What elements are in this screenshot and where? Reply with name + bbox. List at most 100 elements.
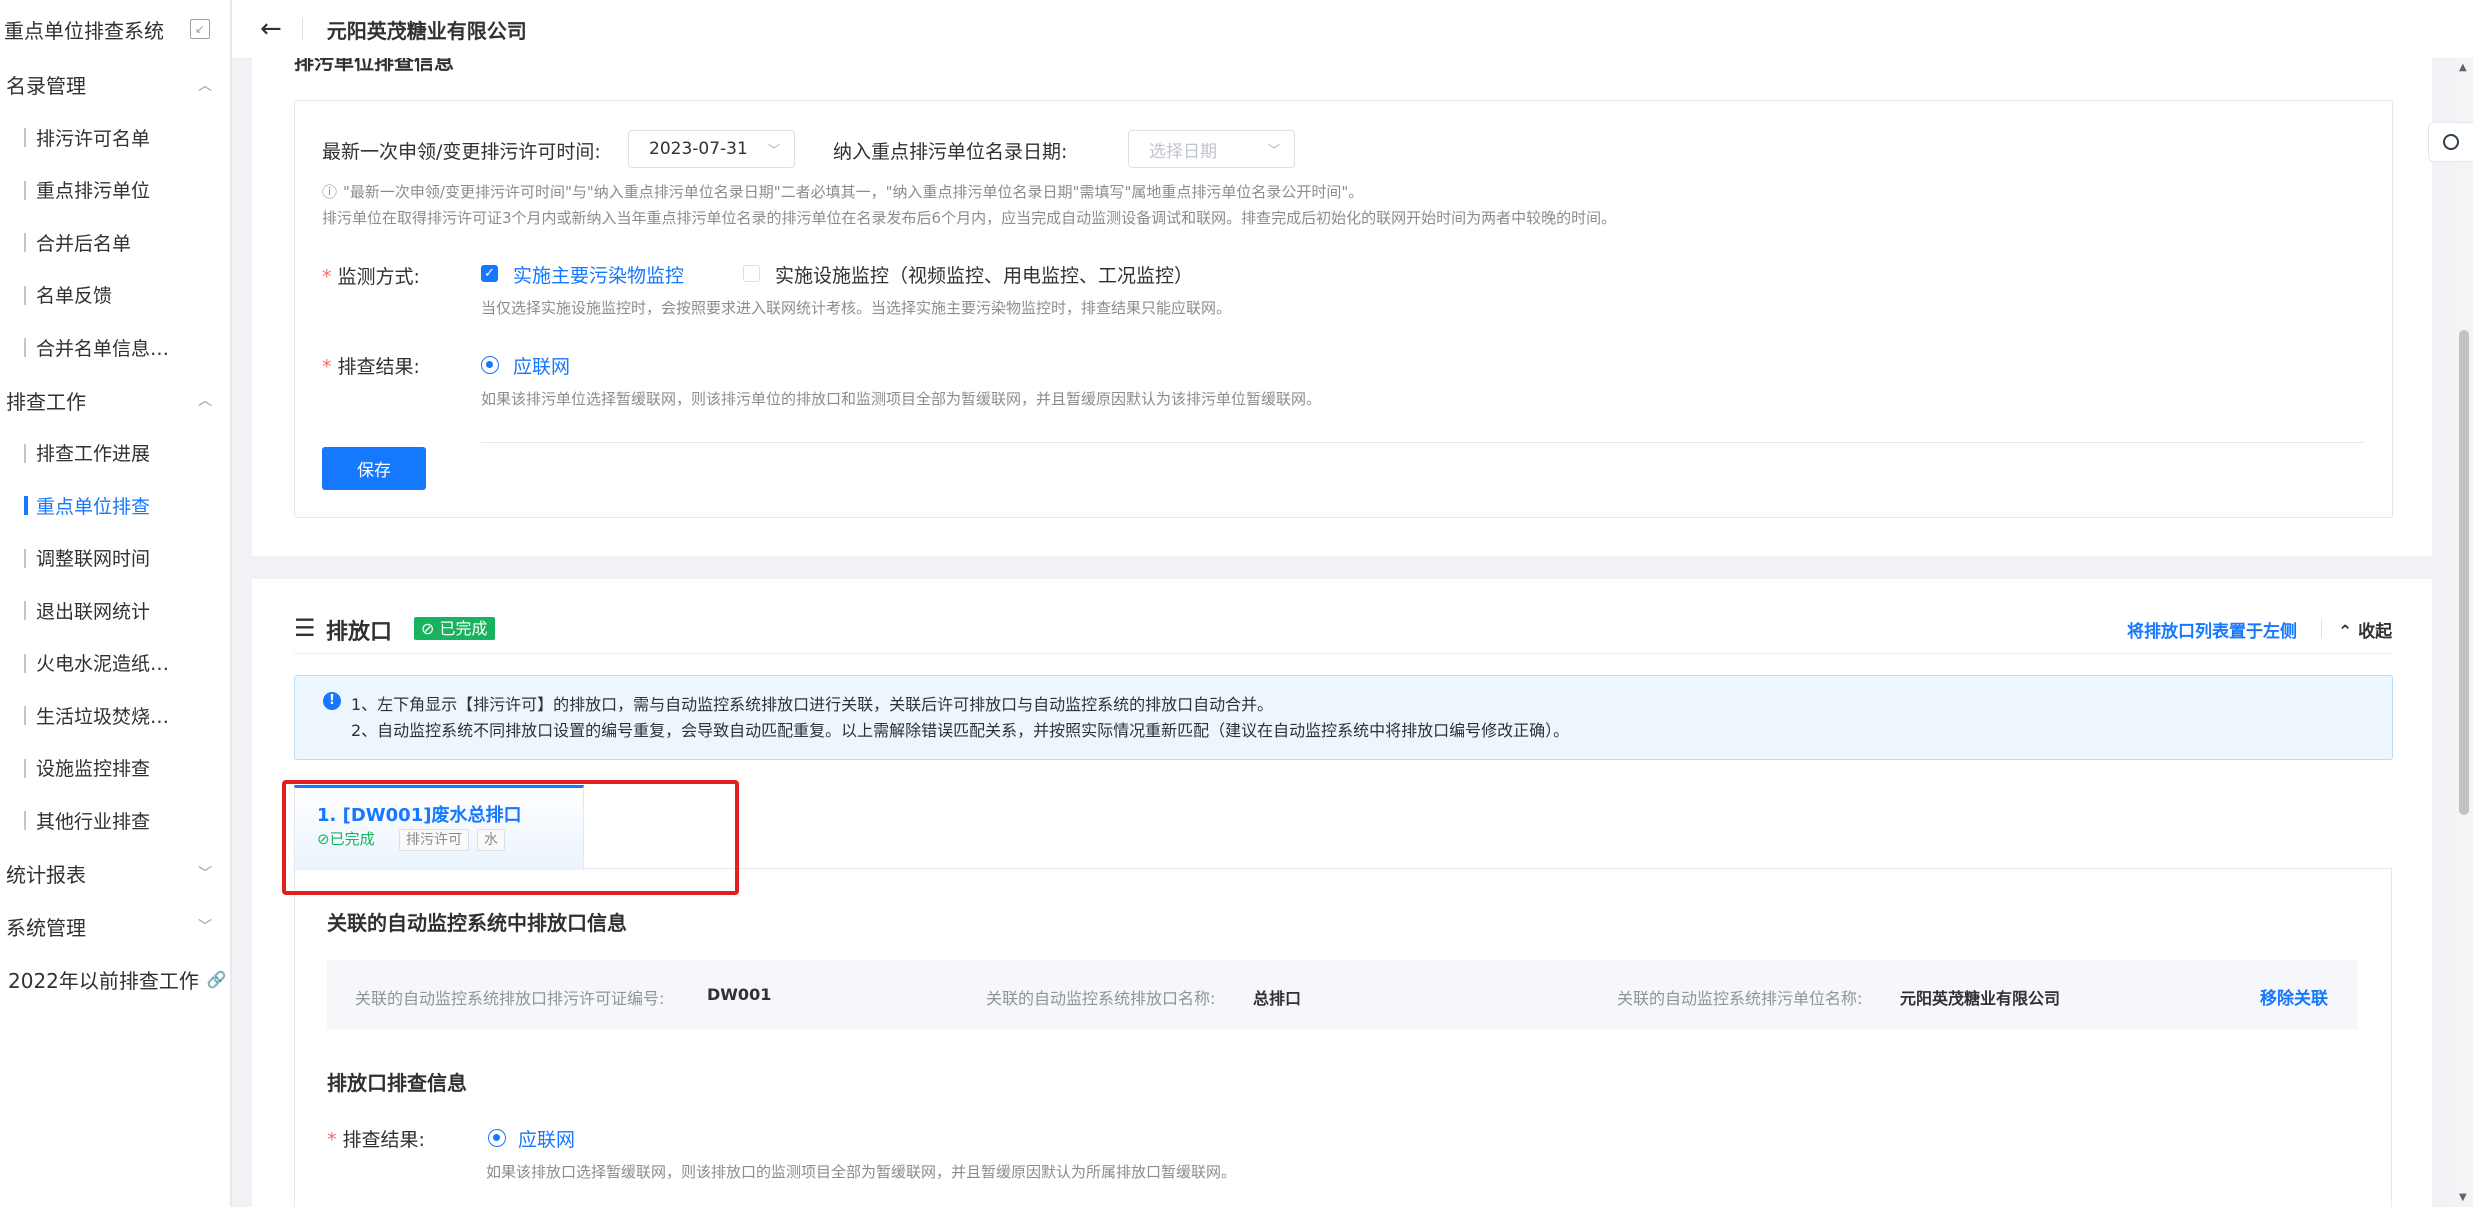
chevron-down-icon: ﹀ [1267,142,1280,157]
check-circle-icon: ⊘ [421,619,435,638]
linked-permit-value: DW001 [707,985,772,1004]
scroll-thumb[interactable] [2459,330,2469,815]
floating-assistant-button[interactable] [2428,122,2473,162]
linked-name-value: 总排口 [1253,989,1302,1008]
linked-unit-label: 关联的自动监控系统排污单位名称: [1617,989,1863,1008]
outlet-section-title: 排放口 [326,620,393,645]
chevron-down-icon: ﹀ [198,919,212,935]
sidebar-item-key-units[interactable]: 重点排污单位 [0,164,230,217]
sidebar-item-label: 生活垃圾焚烧… [36,705,170,728]
sidebar-item-facility-monitor[interactable]: 设施监控排查 [0,742,230,795]
notice-line-2: 2、自动监控系统不同排放口设置的编号重复，会导致自动匹配重复。以上需解除错误匹配… [351,721,1570,740]
linked-info-title: 关联的自动监控系统中排放口信息 [327,911,627,935]
sidebar-item-merged-list[interactable]: 合并后名单 [0,216,230,269]
sidebar-group-inspection[interactable]: 排查工作 ︿ [0,374,230,427]
sidebar-item-label: 设施监控排查 [36,758,151,781]
sidebar-item-pre-2022[interactable]: 2022年以前排查工作 🔗 [0,953,230,1006]
monitor-option-main-pollutant[interactable]: 实施主要污染物监控 [513,261,684,288]
monitor-method-label: 监测方式: [322,262,420,289]
date-placeholder: 选择日期 [1149,141,1217,162]
result-option-should-connect[interactable]: 应联网 [513,352,570,379]
sidebar-group-label: 排查工作 [6,389,86,414]
sidebar-item-label: 火电水泥造纸… [36,653,170,676]
sidebar-header: 重点单位排查系统 ↙ [0,0,230,58]
notice-box: ! 1、左下角显示【排污许可】的排放口，需与自动监控系统排放口进行关联，关联后许… [294,675,2393,760]
sidebar-group-directory[interactable]: 名录管理 ︿ [0,58,230,111]
sidebar-item-label: 合并后名单 [36,232,132,255]
save-button[interactable]: 保存 [322,447,426,490]
linked-name-label: 关联的自动监控系统排放口名称: [986,989,1216,1008]
linked-unit-value: 元阳英茂糖业有限公司 [1900,989,2061,1008]
remove-link-button[interactable]: 移除关联 [2260,984,2328,1009]
sidebar-item-permit-list[interactable]: 排污许可名单 [0,111,230,164]
date-hint-line1: "最新一次申领/变更排污许可时间"与"纳入重点排污单位名录日期"二者必填其一，"… [343,183,1364,201]
sidebar-item-label: 排查工作进展 [36,443,151,466]
monitor-option-facility[interactable]: 实施设施监控（视频监控、用电监控、工况监控） [775,261,1193,288]
sidebar-item-adjust-time[interactable]: 调整联网时间 [0,532,230,585]
section-title-cut: 排污单位排查信息 [294,58,454,74]
radio-should-connect[interactable] [481,356,499,374]
sidebar-item-key-unit-inspection[interactable]: 重点单位排查 [0,479,230,532]
chevron-down-icon: ﹀ [767,142,780,157]
outlet-check-title: 排放口排查信息 [327,1071,467,1095]
sidebar-item-list-feedback[interactable]: 名单反馈 [0,269,230,322]
scroll-down-arrow-icon[interactable]: ▼ [2459,1192,2467,1203]
checkbox-facility-monitor[interactable] [743,265,760,282]
chevron-up-icon: ⌃ [2338,622,2353,642]
link-icon: 🔗 [206,969,227,989]
globe-icon [2443,134,2459,150]
app-title: 重点单位排查系统 [4,18,164,43]
chevron-up-icon: ︿ [198,77,212,94]
outlet-header-divider [294,653,2391,654]
tab-content-border [582,868,2391,869]
menu-icon: ☰ [294,614,316,642]
permit-time-picker[interactable]: 2023-07-31 ﹀ [628,130,795,168]
header-divider [301,18,303,40]
radio-outlet-should-connect[interactable] [488,1129,506,1147]
move-list-left-link[interactable]: 将排放口列表置于左侧 [2127,617,2297,642]
outlet-result-option[interactable]: 应联网 [518,1125,575,1152]
header-link-divider [2321,619,2322,638]
sidebar-group-reports[interactable]: 统计报表 ﹀ [0,847,230,900]
date-hint-line2: 排污单位在取得排污许可证3个月内或新纳入当年重点排污单位名录的排污单位在名录发布… [322,209,1617,227]
sidebar-item-label: 其他行业排查 [36,810,151,833]
collapse-sidebar-icon[interactable]: ↙ [190,19,210,39]
scroll-up-arrow-icon[interactable]: ▲ [2459,62,2467,73]
question-icon: ⓘ [322,183,338,201]
outlet-result-label: 排查结果: [327,1125,425,1152]
sidebar-item-exit-stats[interactable]: 退出联网统计 [0,584,230,637]
checkbox-main-pollutant[interactable]: ✓ [481,265,498,282]
status-badge: ⊘ 已完成 [414,617,495,640]
tab-content-right-border [2391,868,2392,1207]
tab-content-left-border [294,868,295,1207]
sidebar-item-label: 名单反馈 [36,285,113,308]
sidebar-item-merged-info[interactable]: 合并名单信息… [0,321,230,374]
inspection-result-label: 排查结果: [322,352,420,379]
sidebar-item-label: 合并名单信息… [36,337,170,360]
sidebar-item-label: 调整联网时间 [36,548,151,571]
sidebar-item-progress[interactable]: 排查工作进展 [0,427,230,480]
sidebar-group-label: 名录管理 [6,74,86,98]
permit-time-label: 最新一次申领/变更排污许可时间: [322,141,601,163]
sidebar-group-label: 系统管理 [6,915,86,940]
unit-info-panel: 排污单位排查信息 最新一次申领/变更排污许可时间: 2023-07-31 ﹀ 纳… [252,58,2432,556]
back-arrow-icon[interactable]: ← [260,14,282,44]
sidebar-item-other-industries[interactable]: 其他行业排查 [0,794,230,847]
permit-time-value: 2023-07-31 [649,139,748,159]
sidebar-item-label: 2022年以前排查工作 [8,968,199,993]
outlet-result-hint: 如果该排放口选择暂缓联网，则该排放口的监测项目全部为暂缓联网，并且暂缓原因默认为… [486,1163,1237,1181]
sidebar-item-label: 退出联网统计 [36,600,151,623]
sidebar-group-label: 统计报表 [6,862,86,887]
divider [481,442,2364,443]
sidebar-group-system[interactable]: 系统管理 ﹀ [0,900,230,953]
info-icon: ! [323,692,341,710]
sidebar-item-power-cement-paper[interactable]: 火电水泥造纸… [0,637,230,690]
collapse-link[interactable]: ⌃ 收起 [2338,617,2392,642]
key-unit-date-picker[interactable]: 选择日期 ﹀ [1128,130,1295,168]
vertical-scrollbar[interactable]: ▲ ▼ [2455,58,2473,1207]
sidebar-item-waste-incineration[interactable]: 生活垃圾焚烧… [0,689,230,742]
company-title: 元阳英茂糖业有限公司 [326,18,527,43]
status-text: 已完成 [439,619,488,638]
sidebar-item-label: 排污许可名单 [36,127,151,150]
linked-info-bar: 关联的自动监控系统排放口排污许可证编号: DW001 关联的自动监控系统排放口名… [327,960,2358,1030]
